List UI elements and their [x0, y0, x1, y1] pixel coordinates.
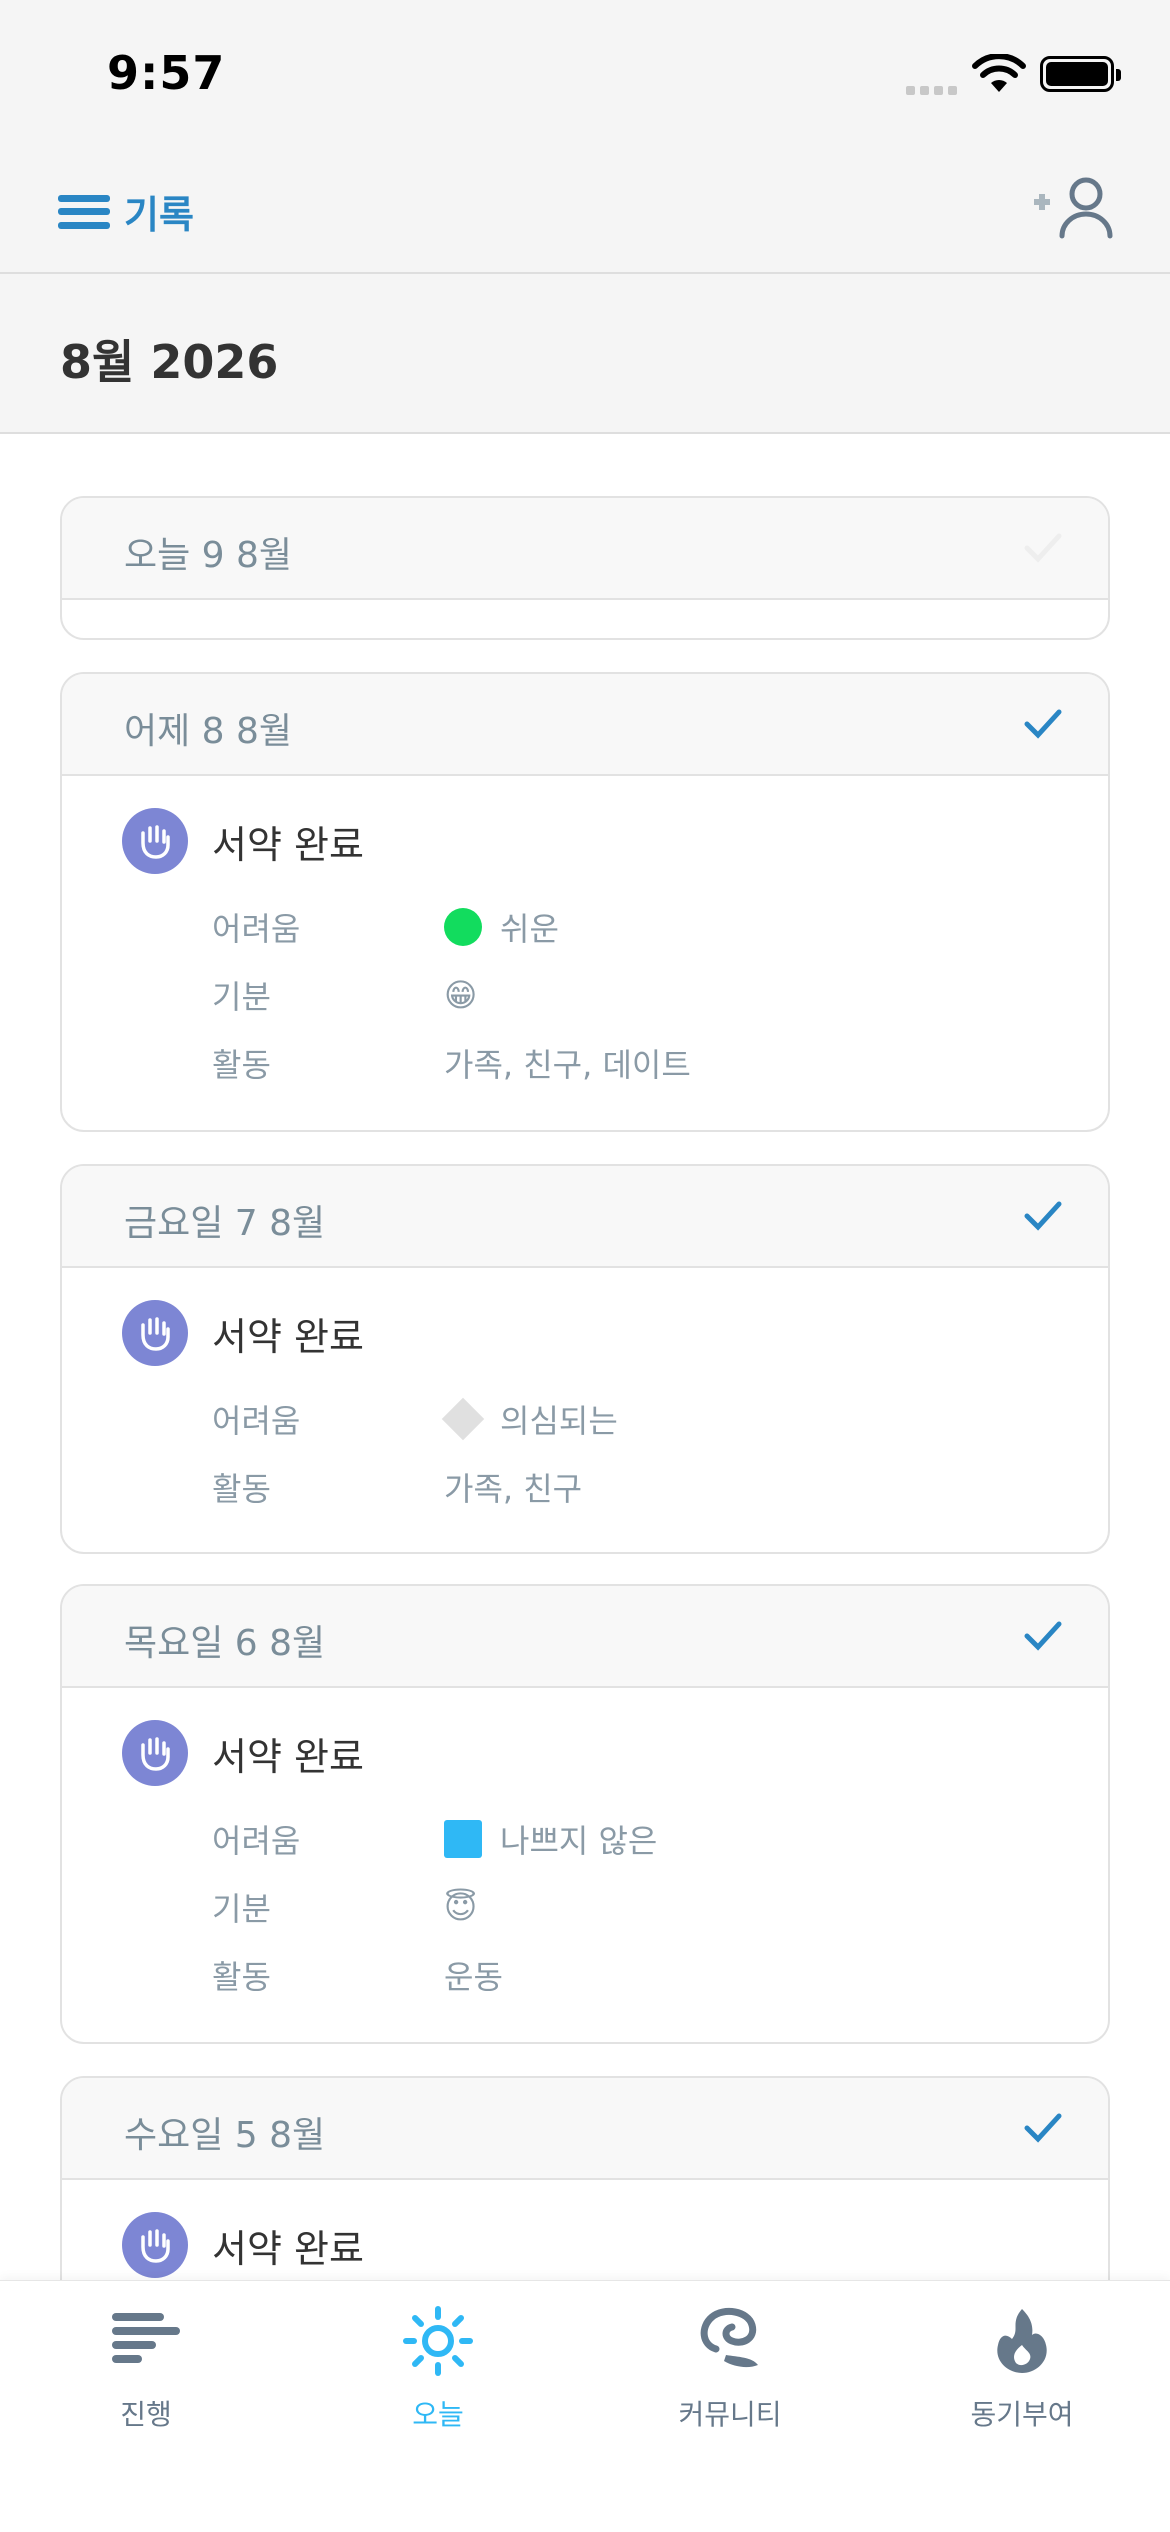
mood-label: 기분 — [212, 978, 271, 1016]
activity-value: 가족, 친구 — [444, 1470, 583, 1508]
difficulty-value: 쉬운 — [500, 910, 559, 948]
month-title: 8월 2026 — [60, 335, 279, 389]
pledge-status: 서약 완료 — [122, 2212, 364, 2278]
battery-icon — [1040, 56, 1121, 92]
raised-hand-icon — [122, 2212, 188, 2278]
tab-today[interactable]: 오늘 — [338, 2301, 538, 2433]
tab-motivation[interactable]: 동기부여 — [922, 2301, 1122, 2433]
pledge-text: 서약 완료 — [212, 1314, 364, 1359]
activity-row: 활동 가족, 친구, 데이트 — [212, 1038, 691, 1088]
activity-row: 활동 가족, 친구 — [212, 1462, 582, 1512]
day-card-header[interactable]: 수요일 5 8월 — [62, 2078, 1108, 2180]
day-card[interactable]: 목요일 6 8월 서약 완료 어려움 나쁘지 않은 기분 😇 활동 운동 — [60, 1584, 1110, 2044]
pledge-status: 서약 완료 — [122, 1300, 364, 1366]
difficulty-row: 어려움 쉬운 — [212, 902, 559, 952]
day-card-date: 오늘 9 8월 — [124, 535, 293, 576]
day-card-header[interactable]: 목요일 6 8월 — [62, 1586, 1108, 1688]
raised-hand-icon — [122, 1300, 188, 1366]
chat-bubble-icon — [700, 2307, 758, 2368]
difficulty-label: 어려움 — [212, 910, 301, 948]
activity-row: 활동 운동 — [212, 1950, 503, 2000]
add-user-button[interactable] — [1030, 176, 1114, 240]
raised-hand-icon — [122, 1720, 188, 1786]
day-card-today[interactable]: 오늘 9 8월 — [60, 496, 1110, 640]
nav-bar: 기록 — [0, 140, 1170, 274]
difficulty-dot-icon — [444, 908, 482, 946]
tab-community[interactable]: 커뮤니티 — [630, 2301, 830, 2433]
pledge-text: 서약 완료 — [212, 1734, 364, 1779]
hamburger-icon — [58, 194, 110, 229]
progress-bars-icon — [112, 2313, 180, 2363]
day-card[interactable]: 금요일 7 8월 서약 완료 어려움 의심되는 활동 가족, 친구 — [60, 1164, 1110, 1554]
pledge-status: 서약 완료 — [122, 808, 364, 874]
day-card[interactable]: 어제 8 8월 서약 완료 어려움 쉬운 기분 😁 활동 가족, 친구, 데이트 — [60, 672, 1110, 1132]
day-card[interactable]: 수요일 5 8월 서약 완료 — [60, 2076, 1110, 2280]
day-card-date: 어제 8 8월 — [124, 711, 293, 752]
mood-row: 기분 😁 — [212, 970, 477, 1020]
difficulty-value: 나쁘지 않은 — [500, 1822, 658, 1860]
activity-label: 활동 — [212, 1470, 271, 1508]
status-bar: 9:57 — [0, 0, 1170, 140]
tab-label: 커뮤니티 — [678, 2398, 782, 2431]
day-card-header[interactable]: 금요일 7 8월 — [62, 1166, 1108, 1268]
mood-emoji-icon: 😁 — [444, 976, 478, 1014]
difficulty-label: 어려움 — [212, 1402, 301, 1440]
status-time: 9:57 — [107, 46, 226, 100]
tab-label: 진행 — [120, 2398, 172, 2431]
check-icon — [1024, 709, 1062, 739]
sun-icon — [403, 2306, 473, 2376]
check-icon — [1024, 533, 1062, 563]
difficulty-diamond-icon — [441, 1397, 485, 1441]
pledge-text: 서약 완료 — [212, 822, 364, 867]
flame-icon — [997, 2309, 1047, 2373]
pledge-status: 서약 완료 — [122, 1720, 364, 1786]
day-card-date: 목요일 6 8월 — [124, 1623, 326, 1664]
raised-hand-icon — [122, 808, 188, 874]
mood-emoji-icon: 😇 — [444, 1888, 478, 1926]
tab-bar: 진행 오늘 커뮤니티 동기부여 — [0, 2280, 1170, 2532]
tab-label: 동기부여 — [970, 2398, 1074, 2431]
activity-value: 가족, 친구, 데이트 — [444, 1046, 691, 1084]
menu-button[interactable]: 기록 — [58, 184, 194, 239]
difficulty-label: 어려움 — [212, 1822, 301, 1860]
cellular-signal-icon — [906, 80, 962, 99]
day-card-header[interactable]: 오늘 9 8월 — [62, 498, 1108, 600]
month-header: 8월 2026 — [0, 276, 1170, 434]
entries-list[interactable]: 오늘 9 8월 어제 8 8월 서약 완료 어려움 쉬운 기분 😁 활동 가족,… — [0, 434, 1170, 2280]
difficulty-value: 의심되는 — [500, 1402, 618, 1440]
wifi-icon — [972, 54, 1026, 92]
menu-label: 기록 — [124, 193, 194, 237]
activity-label: 활동 — [212, 1046, 271, 1084]
tab-label: 오늘 — [412, 2398, 464, 2431]
mood-label: 기분 — [212, 1890, 271, 1928]
check-icon — [1024, 2113, 1062, 2143]
difficulty-square-icon — [444, 1820, 482, 1858]
mood-row: 기분 😇 — [212, 1882, 477, 1932]
check-icon — [1024, 1621, 1062, 1651]
day-card-date: 수요일 5 8월 — [124, 2115, 326, 2156]
day-card-header[interactable]: 어제 8 8월 — [62, 674, 1108, 776]
tab-progress[interactable]: 진행 — [46, 2301, 246, 2433]
activity-label: 활동 — [212, 1958, 271, 1996]
pledge-text: 서약 완료 — [212, 2226, 364, 2271]
day-card-date: 금요일 7 8월 — [124, 1203, 326, 1244]
check-icon — [1024, 1201, 1062, 1231]
difficulty-row: 어려움 나쁘지 않은 — [212, 1814, 657, 1864]
activity-value: 운동 — [444, 1958, 503, 1996]
difficulty-row: 어려움 의심되는 — [212, 1394, 618, 1444]
